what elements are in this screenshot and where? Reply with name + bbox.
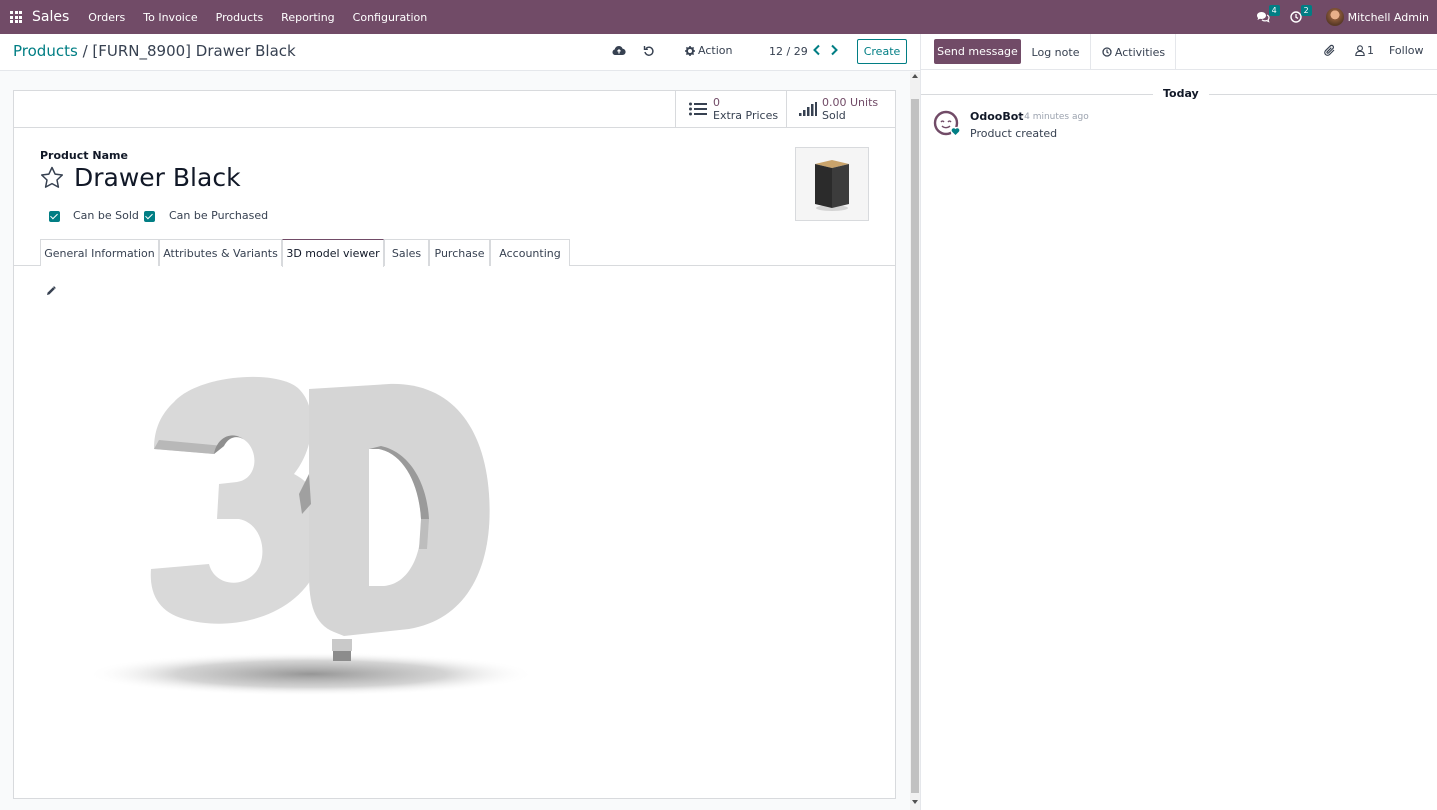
undo-icon bbox=[643, 46, 654, 56]
extra-prices-value: 0 bbox=[713, 96, 720, 109]
scrollbar-thumb[interactable] bbox=[911, 99, 919, 793]
extra-prices-button[interactable]: 0 Extra Prices bbox=[675, 91, 786, 127]
odoobot-icon bbox=[933, 110, 961, 137]
create-button[interactable]: Create bbox=[857, 39, 907, 64]
odoobot-avatar[interactable] bbox=[933, 110, 961, 141]
tab-general-information[interactable]: General Information bbox=[40, 239, 159, 266]
tab-purchase[interactable]: Purchase bbox=[429, 239, 490, 266]
pager-previous-button[interactable] bbox=[812, 44, 821, 59]
3d-placeholder-image bbox=[86, 376, 536, 696]
messages-badge: 4 bbox=[1268, 5, 1280, 16]
pencil-icon bbox=[47, 286, 56, 295]
signal-icon bbox=[799, 102, 817, 116]
app-name[interactable]: Sales bbox=[32, 9, 69, 25]
3d-model-viewer[interactable] bbox=[86, 374, 539, 707]
gear-icon bbox=[685, 45, 695, 56]
can-be-sold-checkbox[interactable] bbox=[49, 211, 60, 222]
can-be-purchased-checkbox[interactable] bbox=[144, 211, 155, 222]
pager-value[interactable]: 12 / 29 bbox=[769, 45, 808, 58]
menu-orders[interactable]: Orders bbox=[79, 11, 134, 24]
units-sold-label: Sold bbox=[822, 109, 846, 122]
navbar-systray: 4 2 Mitchell Admin bbox=[1256, 0, 1437, 34]
favorite-toggle[interactable] bbox=[40, 166, 64, 192]
message-date: - 4 minutes ago bbox=[1018, 112, 1089, 122]
edit-model-button[interactable] bbox=[46, 285, 56, 299]
activities-button[interactable]: 2 bbox=[1289, 5, 1312, 23]
attachments-button[interactable] bbox=[1324, 44, 1336, 60]
message-author[interactable]: OdooBot bbox=[970, 110, 1024, 123]
product-name-field[interactable]: Drawer Black bbox=[74, 163, 241, 192]
apps-icon[interactable] bbox=[10, 11, 22, 23]
date-separator-label: Today bbox=[1153, 87, 1209, 100]
pager-next-button[interactable] bbox=[830, 44, 839, 59]
tab-3d-model-viewer[interactable]: 3D model viewer bbox=[282, 239, 384, 267]
breadcrumb-current: [FURN_8900] Drawer Black bbox=[92, 42, 296, 60]
top-navbar: Sales Orders To Invoice Products Reporti… bbox=[0, 0, 1437, 34]
action-menu-button[interactable]: Action bbox=[685, 44, 732, 57]
chatter-topbar: Send message Log note Activities 1 Follo… bbox=[921, 34, 1437, 70]
breadcrumb-products-link[interactable]: Products bbox=[13, 42, 78, 60]
chevron-left-icon bbox=[813, 44, 820, 56]
send-message-button[interactable]: Send message bbox=[934, 39, 1021, 64]
breadcrumb-separator: / bbox=[82, 42, 88, 60]
activities-chatter-button[interactable]: Activities bbox=[1092, 34, 1176, 70]
action-label: Action bbox=[698, 44, 733, 57]
activities-chatter-label: Activities bbox=[1114, 45, 1166, 59]
can-be-purchased-label: Can be Purchased bbox=[169, 209, 269, 222]
message-body: Product created bbox=[970, 127, 1058, 140]
scroll-down-arrow[interactable] bbox=[912, 800, 918, 804]
scroll-up-arrow[interactable] bbox=[912, 74, 918, 78]
save-button[interactable] bbox=[612, 45, 626, 59]
product-image[interactable] bbox=[795, 147, 869, 221]
chat-icon bbox=[1256, 12, 1270, 23]
list-icon bbox=[689, 102, 707, 116]
activities-badge: 2 bbox=[1300, 5, 1312, 16]
cloud-upload-icon bbox=[612, 46, 626, 55]
form-sheet: 0 Extra Prices 0.00 Units Sold Product N… bbox=[13, 90, 896, 799]
paperclip-icon bbox=[1324, 44, 1335, 56]
user-avatar[interactable] bbox=[1325, 8, 1344, 26]
units-sold-button[interactable]: 0.00 Units Sold bbox=[786, 91, 895, 127]
user-icon bbox=[1355, 45, 1365, 56]
clock-icon bbox=[1289, 11, 1302, 23]
chevron-right-icon bbox=[831, 44, 838, 56]
followers-button[interactable]: 1 bbox=[1355, 44, 1374, 57]
log-note-button[interactable]: Log note bbox=[1021, 34, 1091, 70]
product-name-label: Product Name bbox=[40, 149, 128, 162]
messages-button[interactable]: 4 bbox=[1256, 5, 1280, 23]
tab-sales[interactable]: Sales bbox=[384, 239, 429, 266]
star-icon bbox=[40, 166, 64, 188]
button-box: 0 Extra Prices 0.00 Units Sold bbox=[14, 91, 895, 128]
tab-attributes-variants[interactable]: Attributes & Variants bbox=[159, 239, 282, 266]
drawer-image bbox=[815, 160, 849, 211]
tab-accounting[interactable]: Accounting bbox=[490, 239, 570, 266]
follow-button[interactable]: Follow bbox=[1389, 44, 1424, 57]
followers-count: 1 bbox=[1367, 44, 1374, 57]
clock-icon bbox=[1102, 47, 1112, 57]
user-menu[interactable]: Mitchell Admin bbox=[1348, 11, 1429, 24]
can-be-sold-label: Can be Sold bbox=[73, 209, 139, 222]
control-panel: Products / [FURN_8900] Drawer Black Acti… bbox=[0, 34, 921, 71]
menu-configuration[interactable]: Configuration bbox=[344, 11, 437, 24]
chatter-thread: Today OdooBot - 4 minutes ago Product cr… bbox=[921, 70, 1437, 810]
breadcrumb: Products / [FURN_8900] Drawer Black bbox=[13, 42, 296, 60]
units-sold-value: 0.00 Units bbox=[822, 96, 879, 109]
extra-prices-label: Extra Prices bbox=[713, 109, 779, 122]
discard-button[interactable] bbox=[643, 45, 655, 60]
menu-to-invoice[interactable]: To Invoice bbox=[134, 11, 206, 24]
menu-reporting[interactable]: Reporting bbox=[272, 11, 343, 24]
menu-products[interactable]: Products bbox=[207, 11, 273, 24]
